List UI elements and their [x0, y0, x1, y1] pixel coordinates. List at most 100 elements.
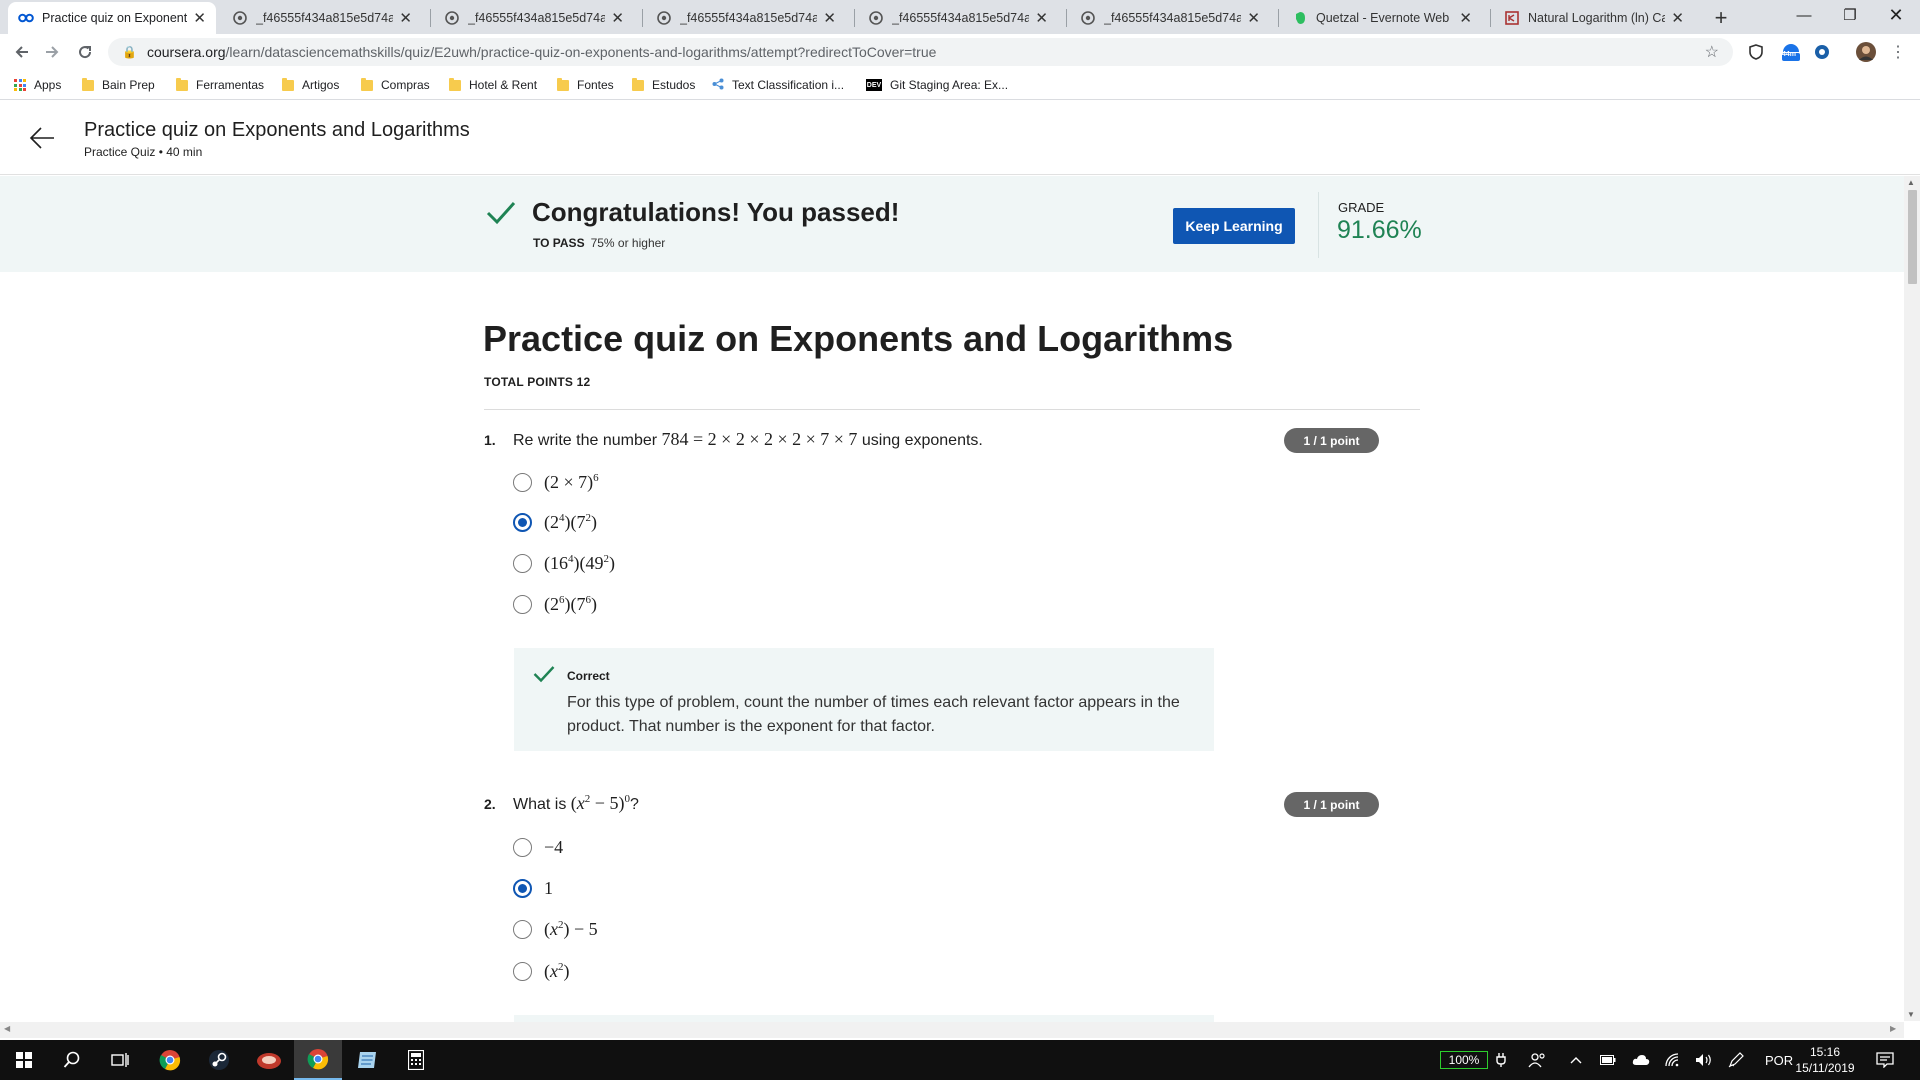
- tray-battery-icon[interactable]: [1600, 1040, 1616, 1080]
- tab-4[interactable]: _f46555f434a815e5d74a1c8 ✕: [858, 2, 1058, 34]
- radio-button[interactable]: [513, 594, 532, 614]
- answer-option-selected[interactable]: (24)(72): [513, 509, 597, 535]
- scroll-up-icon[interactable]: ▲: [1907, 178, 1915, 187]
- coursera-icon: [18, 10, 34, 26]
- task-view-icon[interactable]: [96, 1040, 144, 1080]
- forward-icon[interactable]: [38, 39, 66, 65]
- option-label: 1: [544, 877, 553, 898]
- radio-button[interactable]: [513, 553, 532, 573]
- correct-check-icon: [533, 665, 555, 688]
- new-tab-icon[interactable]: +: [1707, 4, 1735, 32]
- page-title: Practice quiz on Exponents and Logarithm…: [84, 119, 470, 141]
- radio-button[interactable]: [513, 919, 532, 939]
- profile-avatar-icon[interactable]: [1855, 41, 1877, 63]
- bookmark-star-icon[interactable]: ☆: [1705, 42, 1719, 62]
- answer-option[interactable]: −4: [513, 834, 563, 860]
- extension-shield-icon[interactable]: [1746, 42, 1766, 62]
- back-arrow-icon[interactable]: [28, 124, 56, 152]
- radio-button[interactable]: [513, 961, 532, 981]
- game-app-icon[interactable]: [245, 1040, 293, 1080]
- radio-button[interactable]: [513, 837, 532, 857]
- scroll-left-icon[interactable]: ◀: [4, 1024, 10, 1033]
- to-pass-value: 75% or higher: [590, 236, 666, 250]
- language-indicator[interactable]: POR: [1765, 1040, 1793, 1080]
- globe-icon: [232, 10, 248, 26]
- system-clock[interactable]: 15:16 15/11/2019: [1790, 1044, 1860, 1076]
- radio-button-selected[interactable]: [513, 878, 532, 898]
- chrome-taskbar-active-icon[interactable]: [294, 1040, 342, 1080]
- steam-icon[interactable]: [195, 1040, 243, 1080]
- chrome-menu-icon[interactable]: ⋮: [1888, 42, 1908, 62]
- chrome-icon[interactable]: [146, 1040, 194, 1080]
- horizontal-scrollbar[interactable]: ◀ ▶: [0, 1022, 1904, 1038]
- battery-indicator[interactable]: 100%: [1440, 1051, 1488, 1069]
- people-icon[interactable]: [1528, 1040, 1546, 1080]
- globe-icon: [1080, 10, 1096, 26]
- chevron-up-icon[interactable]: [1570, 1040, 1582, 1080]
- search-icon[interactable]: [48, 1040, 96, 1080]
- power-plug-icon[interactable]: [1496, 1040, 1506, 1080]
- tab-0[interactable]: Practice quiz on Exponents ✕: [8, 2, 216, 34]
- volume-icon[interactable]: [1695, 1040, 1713, 1080]
- extension-timer-icon[interactable]: 44m: [1778, 42, 1804, 62]
- wifi-icon[interactable]: [1664, 1040, 1680, 1080]
- bookmark-folder[interactable]: Compras: [361, 76, 430, 94]
- bookmark-folder[interactable]: Artigos: [282, 76, 339, 94]
- notification-center-icon[interactable]: [1876, 1040, 1894, 1080]
- close-tab-icon[interactable]: ✕: [1671, 9, 1684, 27]
- answer-option[interactable]: (x2) − 5: [513, 916, 598, 942]
- radio-button[interactable]: [513, 472, 532, 492]
- windows-start-icon[interactable]: [0, 1040, 48, 1080]
- extension-circle-icon[interactable]: [1812, 42, 1832, 62]
- bookmark-folder[interactable]: Bain Prep: [82, 76, 155, 94]
- answer-option[interactable]: (x2): [513, 958, 570, 984]
- bookmark-folder[interactable]: Fontes: [557, 76, 614, 94]
- dev-logo-icon: DEV: [866, 79, 882, 91]
- scroll-down-icon[interactable]: ▼: [1907, 1010, 1915, 1019]
- notes-app-icon[interactable]: [343, 1040, 391, 1080]
- reload-icon[interactable]: [71, 39, 99, 65]
- address-bar[interactable]: 🔒 coursera.org/learn/datasciencemathskil…: [108, 38, 1733, 66]
- close-tab-icon[interactable]: ✕: [823, 9, 836, 27]
- close-tab-icon[interactable]: ✕: [611, 9, 624, 27]
- back-icon[interactable]: [8, 39, 36, 65]
- close-tab-icon[interactable]: ✕: [399, 9, 412, 27]
- radio-button-selected[interactable]: [513, 512, 532, 532]
- bookmark-folder[interactable]: Ferramentas: [176, 76, 264, 94]
- question-number: 2.: [484, 796, 496, 812]
- tab-7[interactable]: Natural Logarithm (ln) Calc ✕: [1494, 2, 1694, 34]
- close-tab-icon[interactable]: ✕: [1035, 9, 1048, 27]
- scroll-right-icon[interactable]: ▶: [1890, 1024, 1896, 1033]
- close-window-icon[interactable]: ✕: [1868, 0, 1920, 30]
- answer-option[interactable]: (2 × 7)6: [513, 469, 599, 495]
- close-tab-icon[interactable]: ✕: [193, 9, 206, 27]
- answer-option[interactable]: (164)(492): [513, 550, 615, 576]
- vertical-scrollbar[interactable]: ▲ ▼: [1904, 176, 1920, 1021]
- url-host: coursera.org: [146, 44, 226, 60]
- keep-learning-button[interactable]: Keep Learning: [1173, 208, 1295, 244]
- onedrive-cloud-icon[interactable]: [1632, 1040, 1650, 1080]
- quiz-title: Practice quiz on Exponents and Logarithm…: [483, 318, 1234, 359]
- bookmark-link[interactable]: Text Classification i...: [712, 76, 844, 94]
- answer-option-selected[interactable]: 1: [513, 875, 553, 901]
- close-tab-icon[interactable]: ✕: [1459, 9, 1472, 27]
- tab-3[interactable]: _f46555f434a815e5d74a1c8 ✕: [646, 2, 846, 34]
- close-tab-icon[interactable]: ✕: [1247, 9, 1260, 27]
- bookmarks-bar: Apps Bain Prep Ferramentas Artigos Compr…: [0, 70, 1920, 100]
- option-label: (24)(72): [544, 511, 597, 532]
- bookmark-folder[interactable]: Hotel & Rent: [449, 76, 537, 94]
- tab-strip: Practice quiz on Exponents ✕ _f46555f434…: [0, 0, 1920, 34]
- tab-5[interactable]: _f46555f434a815e5d74a1c8 ✕: [1070, 2, 1270, 34]
- tab-2[interactable]: _f46555f434a815e5d74a1c8 ✕: [434, 2, 634, 34]
- bookmark-apps[interactable]: Apps: [14, 76, 61, 94]
- pen-icon[interactable]: [1728, 1040, 1744, 1080]
- answer-option[interactable]: (26)(76): [513, 591, 597, 617]
- tab-6[interactable]: Quetzal - Evernote Web ✕: [1282, 2, 1482, 34]
- scroll-thumb[interactable]: [1908, 190, 1917, 284]
- tab-1[interactable]: _f46555f434a815e5d74a1c8 ✕: [222, 2, 422, 34]
- bookmark-label: Compras: [381, 78, 430, 92]
- bookmark-folder[interactable]: Estudos: [632, 76, 695, 94]
- bookmark-link[interactable]: DEV Git Staging Area: Ex...: [866, 76, 1008, 94]
- calculator-icon[interactable]: [392, 1040, 440, 1080]
- evernote-icon: [1292, 10, 1308, 26]
